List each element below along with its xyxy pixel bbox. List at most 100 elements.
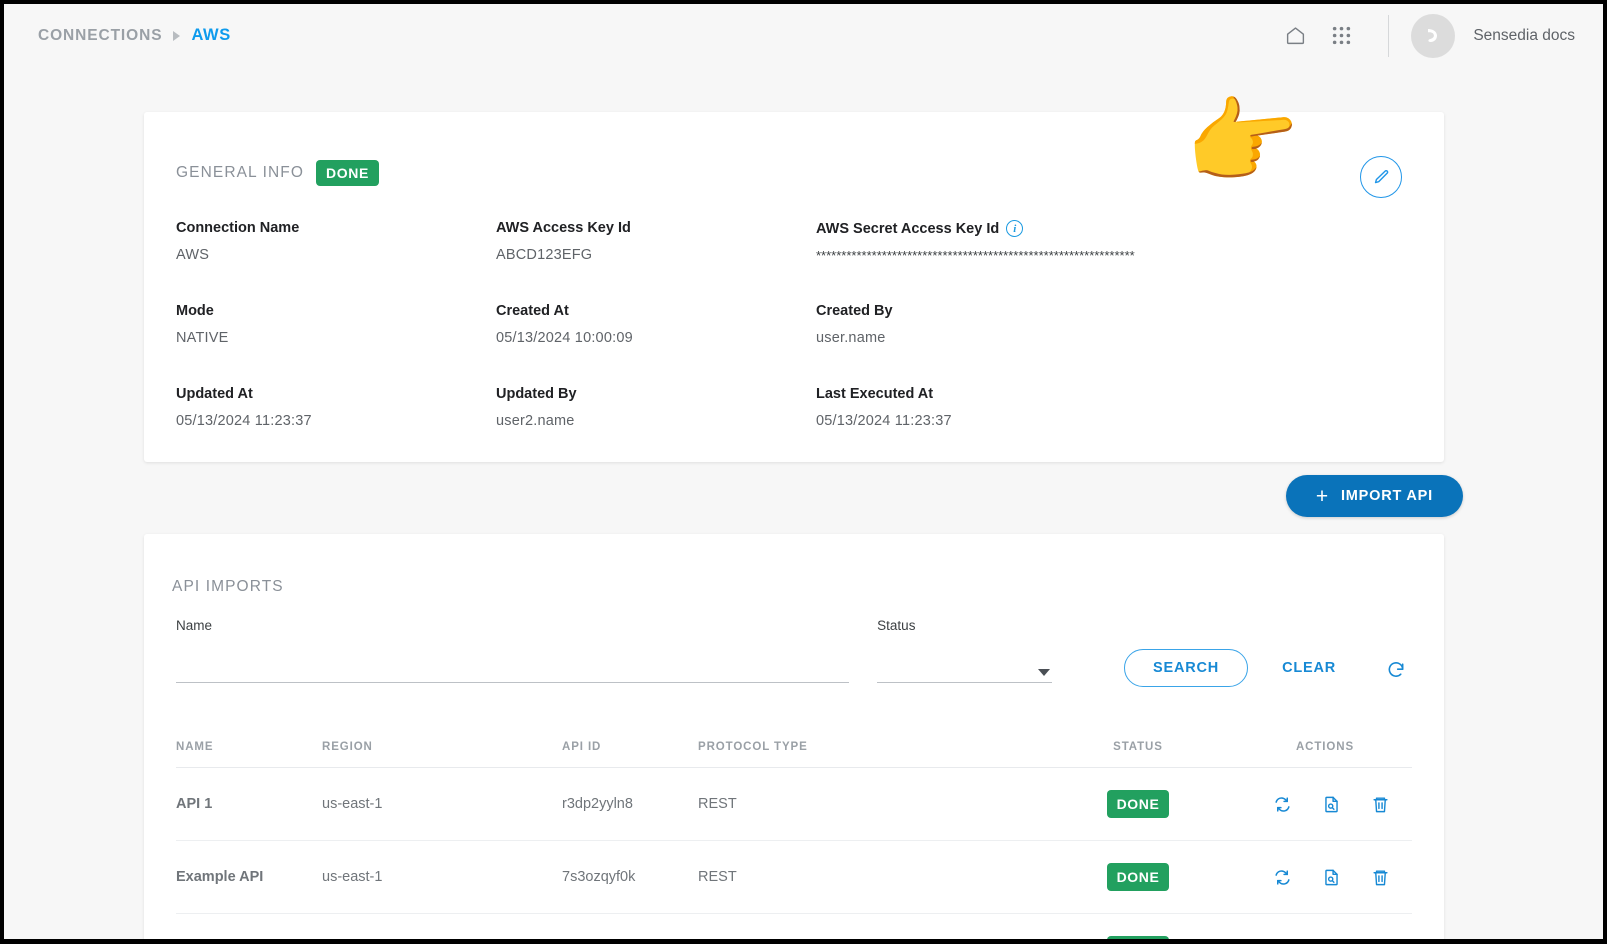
api-imports-card: API IMPORTS Name Status SEARCH CLEAR NAM… bbox=[144, 534, 1444, 939]
status-filter: Status bbox=[877, 618, 1053, 683]
column-header-protocol: PROTOCOL TYPE bbox=[698, 731, 1038, 768]
trash-icon[interactable] bbox=[1371, 868, 1390, 887]
cell-actions bbox=[1238, 913, 1412, 939]
column-header-api-id: API ID bbox=[562, 731, 698, 768]
cell-status: DONE bbox=[1038, 767, 1238, 841]
document-search-icon[interactable] bbox=[1322, 868, 1341, 887]
column-header-name: NAME bbox=[176, 731, 322, 768]
field-value: ****************************************… bbox=[816, 248, 1135, 263]
field-label: Connection Name bbox=[176, 220, 300, 236]
document-search-icon[interactable] bbox=[1322, 795, 1341, 814]
cell-api-id: r3dp2yyln8 bbox=[562, 767, 698, 841]
import-api-button[interactable]: + IMPORT API bbox=[1285, 475, 1463, 517]
page-title: GENERAL INFO bbox=[176, 164, 305, 181]
cell-region: us-east-1 bbox=[322, 767, 562, 841]
field-value: user2.name bbox=[496, 413, 575, 429]
status-badge: DONE bbox=[1106, 936, 1170, 939]
edit-button[interactable] bbox=[1360, 156, 1402, 198]
search-button[interactable]: SEARCH bbox=[1124, 649, 1249, 687]
cell-region: us-east-1 bbox=[322, 840, 562, 914]
table-row[interactable]: Example API us-east-1 7s3ozqyf0k REST DO… bbox=[176, 840, 1412, 914]
field-label: Updated At bbox=[176, 386, 253, 402]
cell-actions bbox=[1238, 767, 1412, 841]
status-filter-label: Status bbox=[877, 618, 916, 633]
name-filter-label: Name bbox=[176, 618, 213, 633]
clear-button[interactable]: CLEAR bbox=[1268, 649, 1350, 687]
column-header-region: REGION bbox=[322, 731, 562, 768]
table-head: NAME REGION API ID PROTOCOL TYPE STATUS … bbox=[176, 731, 1412, 768]
top-bar: CONNECTIONS AWS Sensedia docs bbox=[4, 4, 1603, 67]
status-badge: DONE bbox=[316, 160, 379, 186]
field-connection-name: Connection Name AWS bbox=[176, 220, 496, 277]
cell-api-id bbox=[562, 913, 698, 939]
field-value: 05/13/2024 11:23:37 bbox=[816, 413, 952, 429]
general-info-fields: Connection Name AWS AWS Access Key Id AB… bbox=[172, 220, 1404, 443]
cell-name: Example API bbox=[176, 840, 322, 914]
cell-protocol: REST bbox=[698, 767, 1038, 841]
table-body: API 1 us-east-1 r3dp2yyln8 REST DONE Exa… bbox=[176, 767, 1412, 939]
field-label: Updated By bbox=[496, 386, 577, 402]
field-updated-at: Updated At 05/13/2024 11:23:37 bbox=[176, 386, 496, 443]
toolbar-divider bbox=[1388, 14, 1390, 57]
field-mode: Mode NATIVE bbox=[176, 303, 496, 360]
chevron-right-icon bbox=[173, 30, 181, 41]
avatar[interactable] bbox=[1411, 13, 1456, 58]
cell-actions bbox=[1238, 840, 1412, 914]
api-imports-title: API IMPORTS bbox=[172, 578, 284, 595]
column-header-actions: ACTIONS bbox=[1238, 731, 1412, 768]
column-header-status: STATUS bbox=[1038, 731, 1238, 768]
trash-icon[interactable] bbox=[1371, 795, 1390, 814]
field-aws-secret-access-key-id: AWS Secret Access Key Id i *************… bbox=[816, 220, 1404, 277]
cell-status: DONE bbox=[1038, 840, 1238, 914]
field-value: AWS bbox=[176, 247, 210, 263]
search-input[interactable] bbox=[176, 661, 850, 683]
field-aws-access-key-id: AWS Access Key Id ABCD123EFG bbox=[496, 220, 816, 277]
cell-region bbox=[322, 913, 562, 939]
cell-name: API 1 bbox=[176, 767, 322, 841]
field-updated-by: Updated By user2.name bbox=[496, 386, 816, 443]
cell-protocol: REST bbox=[698, 840, 1038, 914]
name-filter: Name bbox=[176, 618, 850, 683]
field-label: Last Executed At bbox=[816, 386, 934, 402]
breadcrumb-connections[interactable]: CONNECTIONS bbox=[38, 27, 162, 45]
field-value: NATIVE bbox=[176, 330, 229, 346]
home-icon[interactable] bbox=[1272, 13, 1318, 59]
field-label: Created At bbox=[496, 303, 569, 319]
api-imports-table: NAME REGION API ID PROTOCOL TYPE STATUS … bbox=[176, 731, 1412, 939]
sync-icon[interactable] bbox=[1273, 795, 1292, 814]
breadcrumb-current: AWS bbox=[191, 26, 231, 44]
pointing-hand-emoji: 👉 bbox=[1178, 82, 1307, 199]
field-last-executed-at: Last Executed At 05/13/2024 11:23:37 bbox=[816, 386, 1404, 443]
field-label: Created By bbox=[816, 303, 893, 319]
status-badge: DONE bbox=[1106, 863, 1170, 891]
table-header-row: NAME REGION API ID PROTOCOL TYPE STATUS … bbox=[176, 731, 1412, 768]
field-label: Mode bbox=[176, 303, 214, 319]
field-label: AWS Secret Access Key Id bbox=[816, 220, 1000, 237]
table-row[interactable]: API 1 us-east-1 r3dp2yyln8 REST DONE bbox=[176, 767, 1412, 841]
info-icon[interactable]: i bbox=[1006, 220, 1024, 237]
field-created-at: Created At 05/13/2024 10:00:09 bbox=[496, 303, 816, 360]
cell-protocol bbox=[698, 913, 1038, 939]
field-value: 05/13/2024 10:00:09 bbox=[496, 330, 633, 346]
field-value: user.name bbox=[816, 330, 886, 346]
filters-row: Name Status SEARCH CLEAR bbox=[172, 618, 1412, 687]
apps-grid-icon[interactable] bbox=[1318, 13, 1364, 59]
import-api-label: IMPORT API bbox=[1340, 488, 1433, 504]
field-value: ABCD123EFG bbox=[496, 247, 593, 263]
field-value: 05/13/2024 11:23:37 bbox=[176, 413, 312, 429]
table-row[interactable]: DONE bbox=[176, 913, 1412, 939]
field-label: AWS Access Key Id bbox=[496, 220, 631, 236]
cell-api-id: 7s3ozqyf0k bbox=[562, 840, 698, 914]
username-label: Sensedia docs bbox=[1473, 26, 1575, 44]
top-bar-actions: Sensedia docs bbox=[1272, 13, 1575, 59]
refresh-icon[interactable] bbox=[1380, 653, 1412, 687]
cell-status: DONE bbox=[1038, 913, 1238, 939]
sync-icon[interactable] bbox=[1273, 868, 1292, 887]
field-created-by: Created By user.name bbox=[816, 303, 1404, 360]
status-badge: DONE bbox=[1106, 790, 1170, 818]
app-window: CONNECTIONS AWS Sensedia docs GENERAL IN… bbox=[0, 0, 1607, 944]
breadcrumb: CONNECTIONS AWS bbox=[38, 26, 231, 45]
status-select[interactable] bbox=[877, 661, 1053, 683]
cell-name bbox=[176, 913, 322, 939]
plus-icon: + bbox=[1315, 484, 1329, 508]
